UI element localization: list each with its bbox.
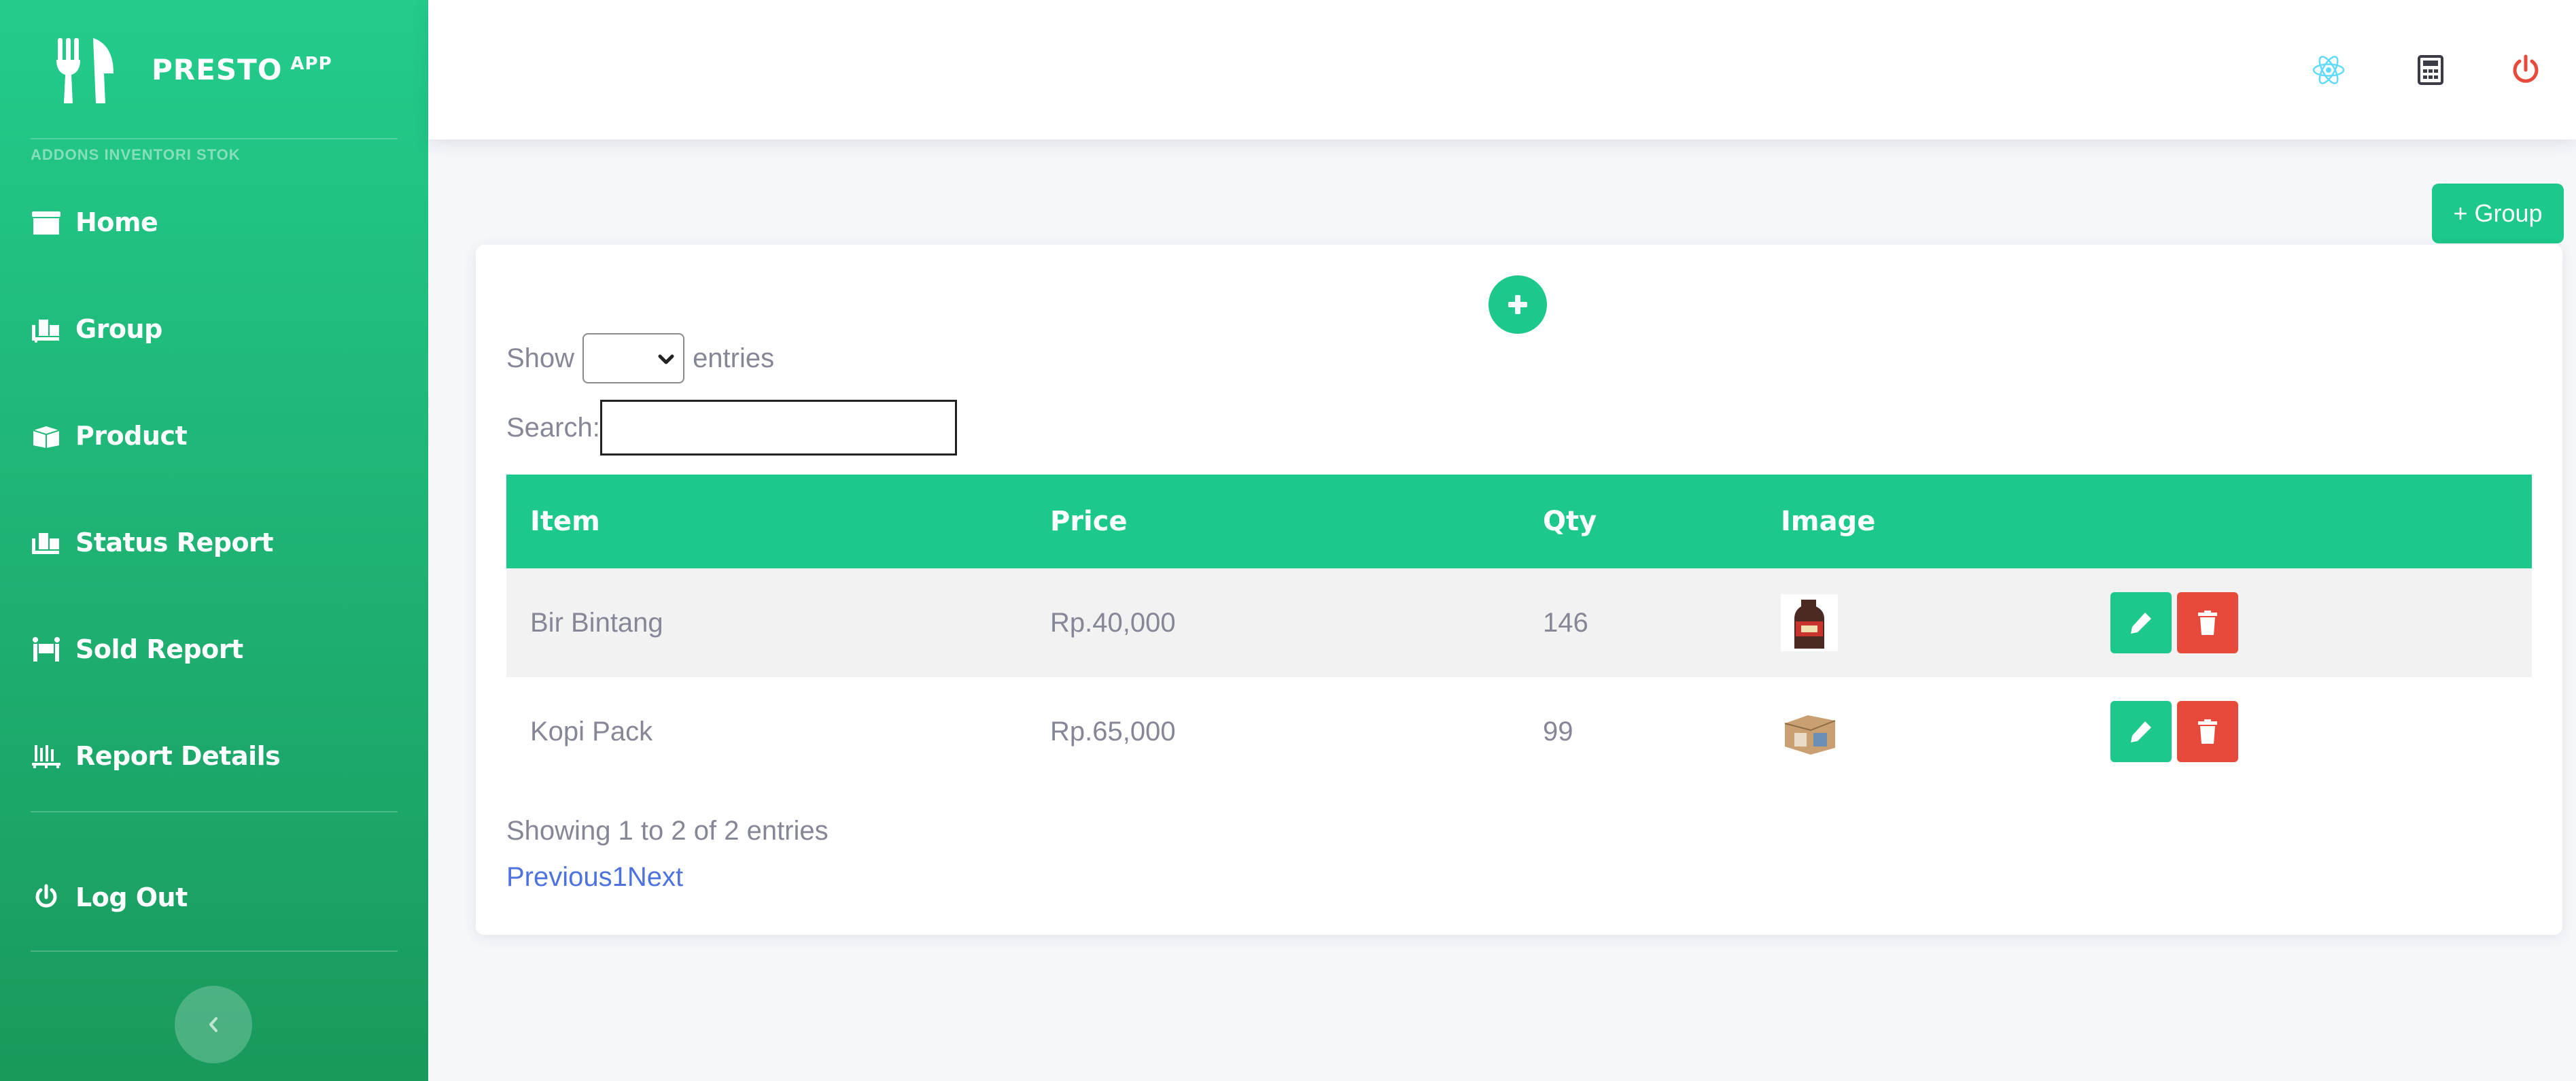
row-actions [2110, 568, 2244, 677]
sidebar-item-group[interactable]: Group [31, 302, 398, 356]
sidebar-item-product[interactable]: Product [31, 409, 398, 463]
topbar [428, 0, 2576, 139]
sidebar-item-home[interactable]: Home [31, 195, 398, 250]
trash-icon [2198, 611, 2217, 635]
react-icon[interactable] [2310, 51, 2348, 89]
pagination-next[interactable]: Next [627, 862, 683, 893]
chevron-down-icon [658, 354, 674, 364]
cell-qty: 146 [1543, 607, 1588, 638]
cell-price: Rp.40,000 [1050, 607, 1176, 638]
delete-button[interactable] [2177, 592, 2238, 653]
sidebar-divider [31, 811, 398, 812]
sidebar-heading: ADDONS INVENTORI STOK [31, 146, 241, 163]
row-actions [2110, 677, 2244, 786]
brand-sup: APP [290, 54, 332, 74]
sidebar-divider [31, 138, 398, 139]
column-header-image[interactable]: Image [1781, 475, 1875, 568]
search-label: Search: [506, 412, 600, 443]
sidebar-item-status-report[interactable]: Status Report [31, 515, 398, 570]
column-header-qty[interactable]: Qty [1543, 475, 1597, 568]
table-info: Showing 1 to 2 of 2 entries [506, 816, 829, 846]
chevron-left-icon [209, 1017, 217, 1032]
sidebar-item-label: Group [75, 314, 162, 344]
add-group-button[interactable]: + Group [2432, 184, 2564, 243]
pencil-icon [2131, 721, 2151, 742]
product-thumbnail-coffee-pack [1781, 703, 1838, 760]
pagination-previous[interactable]: Previous [506, 862, 612, 893]
cell-image [1781, 568, 1838, 677]
cell-item: Kopi Pack [530, 716, 653, 747]
cell-image [1781, 677, 1838, 786]
sidebar-item-label: Log Out [75, 882, 188, 912]
sidebar-item-logout[interactable]: Log Out [31, 870, 398, 925]
sidebar: PRESTO APP ADDONS INVENTORI STOK Home Gro… [0, 0, 428, 1081]
table-row: Bir Bintang Rp.40,000 146 [506, 568, 2532, 677]
cell-item: Bir Bintang [530, 607, 663, 638]
column-header-item[interactable]: Item [530, 475, 600, 568]
sidebar-item-sold-report[interactable]: Sold Report [31, 622, 398, 676]
show-label: Show [506, 343, 575, 373]
sidebar-toggle-button[interactable] [175, 986, 252, 1063]
edit-button[interactable] [2110, 701, 2172, 762]
cell-qty: 99 [1543, 716, 1573, 747]
sidebar-item-report-details[interactable]: Report Details [31, 729, 398, 783]
store-icon [32, 211, 60, 235]
delete-button[interactable] [2177, 701, 2238, 762]
table-row: Kopi Pack Rp.65,000 99 [506, 677, 2532, 786]
column-header-price[interactable]: Price [1050, 475, 1128, 568]
pagination-page-1[interactable]: 1 [612, 862, 627, 893]
search-control: Search: [506, 400, 957, 456]
brand[interactable]: PRESTO APP [0, 0, 428, 139]
pallet-icon [32, 745, 60, 768]
pagination: Previous 1 Next [506, 862, 683, 893]
dolly-icon [32, 533, 59, 554]
trash-icon [2198, 719, 2217, 744]
pencil-icon [2131, 613, 2151, 634]
sidebar-item-label: Sold Report [75, 634, 243, 664]
plus-icon [1508, 295, 1527, 314]
sidebar-divider [31, 950, 398, 952]
brand-name: PRESTO APP [152, 53, 332, 86]
entries-select[interactable] [582, 333, 685, 383]
sidebar-item-label: Status Report [75, 528, 274, 557]
entries-length-control: Show entries [506, 333, 774, 383]
dolly-icon [32, 320, 59, 343]
power-icon[interactable] [2507, 51, 2545, 89]
sidebar-item-label: Home [75, 207, 158, 237]
entries-label: entries [693, 343, 775, 373]
power-icon [35, 884, 57, 908]
boxes-icon [33, 426, 60, 448]
calculator-icon[interactable] [2412, 51, 2450, 89]
product-thumbnail-bottle [1781, 594, 1838, 651]
edit-button[interactable] [2110, 592, 2172, 653]
search-input[interactable] [599, 400, 957, 456]
utensils-icon [56, 37, 114, 103]
table-header: Item Price Qty Image [506, 475, 2532, 568]
products-table: Item Price Qty Image Bir Bintang Rp.40,0… [506, 475, 2532, 786]
sidebar-item-label: Product [75, 421, 188, 451]
people-carry-icon [33, 637, 60, 662]
sidebar-item-label: Report Details [75, 741, 281, 771]
add-product-button[interactable] [1489, 275, 1547, 334]
cell-price: Rp.65,000 [1050, 716, 1176, 747]
